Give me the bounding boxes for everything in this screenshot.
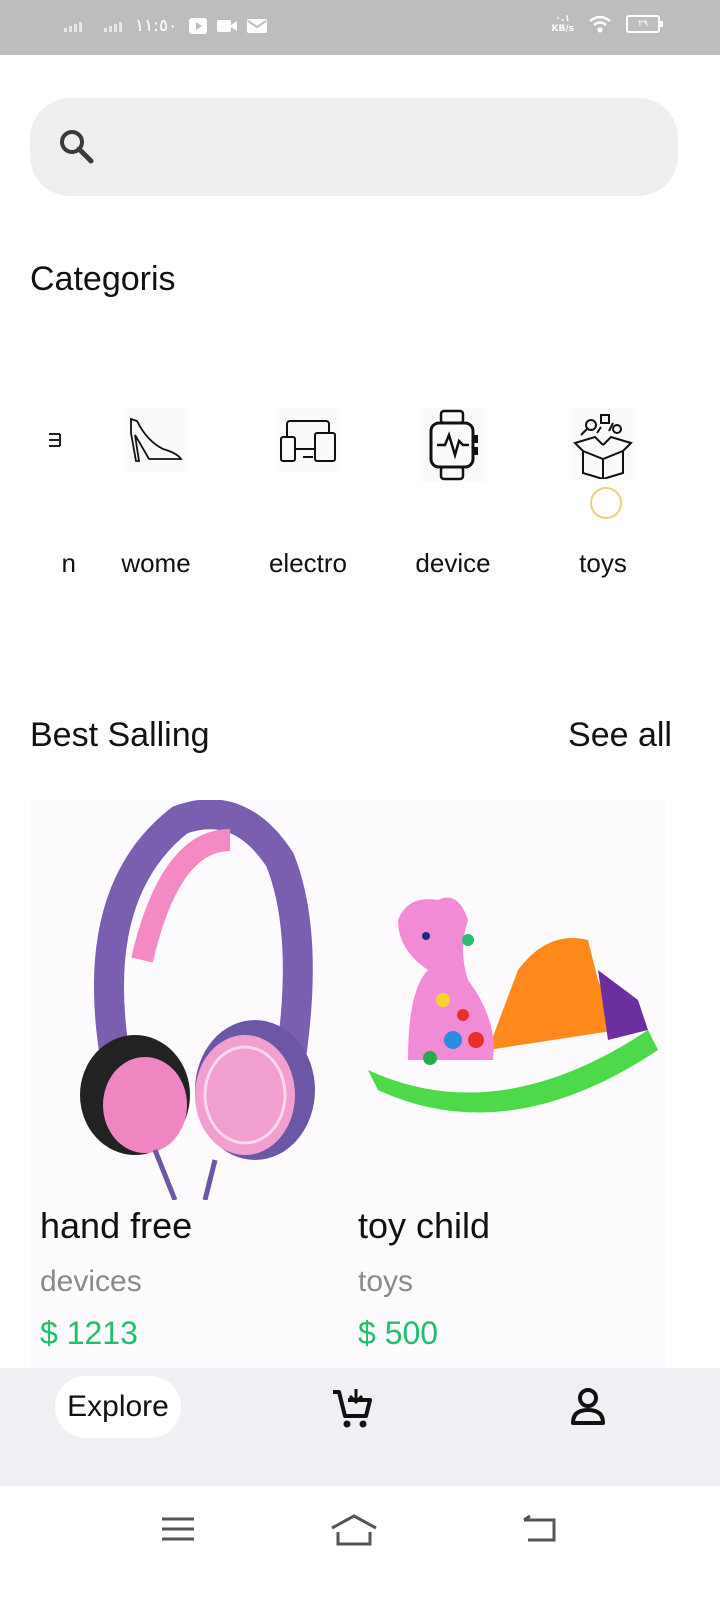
toy-box-icon (571, 408, 635, 480)
youtube-icon (189, 18, 207, 34)
product-card[interactable]: hand free devices $ 1213 (30, 800, 348, 1368)
product-price: $ 1213 (40, 1315, 138, 1351)
category-item[interactable]: n (0, 408, 90, 578)
back-icon[interactable] (520, 1514, 558, 1544)
categories-title: Categoris (30, 260, 176, 298)
status-time: ١١:٥٠ (135, 16, 178, 36)
status-bar: ١١:٥٠ ٠.١ KB/s ٢٩ (0, 0, 720, 55)
see-all-link[interactable]: See all (568, 716, 672, 755)
cart-icon[interactable] (330, 1386, 374, 1430)
ripple-indicator (590, 487, 622, 519)
devices-icon (276, 408, 340, 472)
signal-icon (104, 22, 122, 32)
bottom-nav: Explore (0, 1368, 720, 1486)
category-item[interactable]: electro (248, 408, 368, 578)
menu-icon[interactable] (160, 1514, 196, 1544)
explore-tab[interactable]: Explore (55, 1376, 181, 1438)
search-icon (60, 130, 94, 164)
net-speed: ٠.١ KB/s (551, 14, 574, 34)
home-icon[interactable] (330, 1514, 378, 1546)
product-card[interactable]: toy child toys $ 500 (348, 800, 666, 1368)
product-name: toy child (358, 1205, 491, 1246)
product-name: hand free (40, 1205, 193, 1246)
rocking-toy-image (348, 800, 666, 1200)
product-category: toys (358, 1265, 414, 1298)
best-selling-title: Best Salling (30, 716, 210, 754)
category-label: n (61, 548, 76, 578)
category-label: toys (579, 548, 627, 578)
high-heel-icon (124, 408, 188, 472)
product-category: devices (40, 1265, 142, 1298)
category-label: device (415, 548, 491, 578)
system-nav (0, 1486, 720, 1600)
partial-icon (0, 408, 62, 472)
mail-icon (247, 19, 267, 33)
category-item[interactable]: toys (543, 408, 663, 578)
wifi-icon (589, 15, 611, 33)
category-label: wome (121, 548, 191, 578)
battery-icon: ٢٩ (626, 15, 663, 33)
category-item[interactable]: device (393, 408, 513, 578)
search-bar[interactable] (30, 98, 678, 196)
smartwatch-icon (421, 408, 485, 482)
person-icon[interactable] (570, 1388, 606, 1426)
signal-icon (64, 22, 82, 32)
headphones-image (30, 800, 348, 1200)
product-price: $ 500 (358, 1315, 439, 1351)
category-item[interactable]: wome (96, 408, 216, 578)
video-icon (217, 20, 237, 32)
category-label: electro (268, 548, 348, 578)
